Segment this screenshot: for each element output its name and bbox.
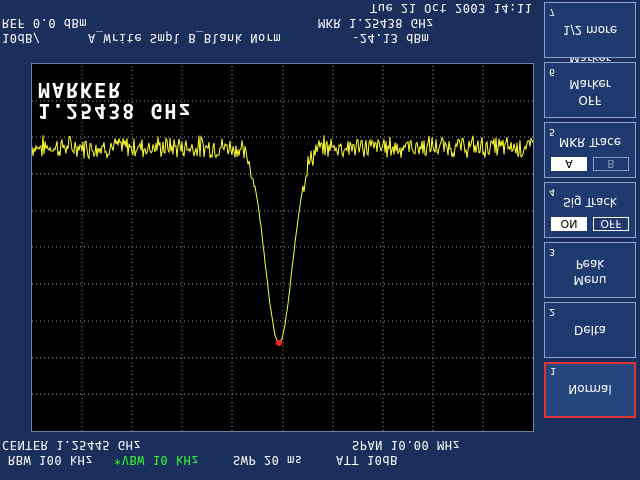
softkey-label: Peak — [575, 257, 605, 271]
softkey-number: 6 — [549, 66, 556, 77]
marker-readout-frequency: 1.25438 GHz — [38, 99, 193, 123]
softkey-label: Menu — [573, 273, 607, 287]
softkey-delta[interactable]: 2 Delta — [544, 302, 636, 358]
softkey-mkr-trace[interactable]: 5 MKR Trace A B — [544, 122, 636, 178]
marker-readout-title: MARKER — [38, 78, 123, 102]
rbw-readout: RBW 100 kHz — [8, 453, 93, 467]
vbw-readout: *VBW 10 kHz — [114, 453, 199, 467]
attenuation-readout: ATT 10dB — [336, 453, 398, 467]
date-time: Tue 21 Oct 2003 14:11 — [370, 1, 533, 15]
span-readout: SPAN 10.00 MHz — [352, 438, 461, 452]
softkey-number: 3 — [549, 246, 556, 257]
softkey-more[interactable]: 7 1/2 more — [544, 2, 636, 58]
softkey-label: 1/2 more — [562, 23, 618, 37]
mkr-trace-a-toggle[interactable]: A — [551, 157, 587, 171]
softkey-label: Delta — [573, 323, 606, 337]
center-frequency: CENTER 1.25445 GHz — [2, 438, 142, 452]
sig-track-on-toggle[interactable]: ON — [551, 217, 587, 231]
softkey-label: Normal — [568, 382, 612, 396]
softkey-label: OFF — [578, 93, 602, 107]
softkey-label: MKR Trace — [558, 135, 622, 149]
marker-level: -24.13 dBm — [352, 31, 430, 45]
flipped-display: RBW 100 kHz *VBW 10 kHz SWP 20 ms ATT 10… — [0, 0, 640, 480]
softkey-number: 7 — [549, 6, 556, 17]
marker-point — [276, 340, 282, 346]
trace-modes: A_Write Smpl B_Blank Norm — [88, 31, 282, 45]
softkey-label: Sig Track — [563, 195, 617, 209]
marker-frequency: MKR 1.25438 GHz — [318, 16, 434, 30]
softkey-number: 1 — [550, 365, 557, 376]
softkey-normal[interactable]: 1 Normal — [544, 362, 636, 418]
sig-track-off-toggle[interactable]: OFF — [593, 217, 629, 231]
softkey-label: Marker — [569, 77, 611, 91]
softkey-number: 2 — [549, 306, 556, 317]
softkey-marker-off[interactable]: 6 Marker OFF — [544, 62, 636, 118]
softkey-sig-track[interactable]: 4 Sig Track ON OFF — [544, 182, 636, 238]
reference-level: REF 0.0 dBm — [2, 16, 87, 30]
spectrum-display: MARKER 1.25438 GHz — [31, 63, 534, 432]
scale-readout: 10dB/ — [2, 31, 41, 45]
mkr-trace-b-toggle[interactable]: B — [593, 157, 629, 171]
sweep-readout: SWP 20 ms — [233, 453, 303, 467]
softkey-peak-menu[interactable]: 3 Peak Menu — [544, 242, 636, 298]
